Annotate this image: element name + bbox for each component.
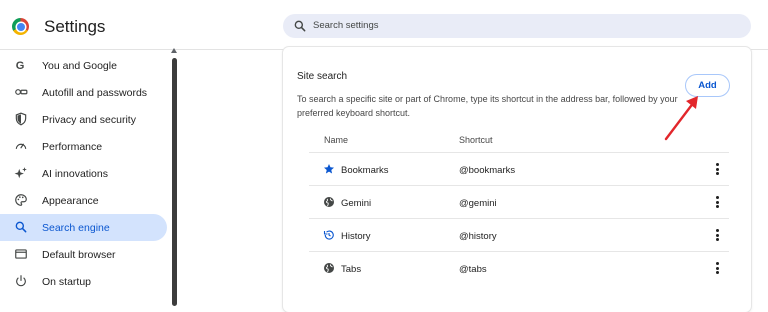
more-options-icon[interactable] bbox=[713, 228, 721, 244]
history-icon bbox=[323, 230, 334, 240]
row-shortcut: @gemini bbox=[459, 198, 497, 209]
sidebar-item-label: On startup bbox=[42, 276, 92, 288]
row-name: History bbox=[341, 231, 371, 242]
table-row[interactable]: Gemini @gemini bbox=[309, 185, 729, 218]
column-header-name: Name bbox=[324, 135, 349, 145]
page-title: Settings bbox=[44, 17, 106, 36]
palette-icon bbox=[15, 194, 27, 206]
sidebar-item-autofill[interactable]: Autofill and passwords bbox=[0, 79, 167, 106]
sidebar-item-default-browser[interactable]: Default browser bbox=[0, 241, 167, 268]
sidebar-item-privacy[interactable]: Privacy and security bbox=[0, 106, 167, 133]
star-icon bbox=[324, 164, 334, 174]
scroll-up-arrow-icon[interactable] bbox=[171, 48, 177, 53]
more-options-icon[interactable] bbox=[713, 162, 721, 178]
table-row[interactable]: Bookmarks @bookmarks bbox=[309, 152, 729, 185]
browser-window-icon bbox=[15, 249, 27, 259]
sidebar-item-search-engine[interactable]: Search engine bbox=[0, 214, 167, 241]
power-icon bbox=[16, 275, 26, 287]
sidebar-item-label: Appearance bbox=[42, 195, 99, 207]
chrome-logo-icon bbox=[12, 18, 29, 35]
row-name: Tabs bbox=[341, 264, 362, 275]
speedometer-icon bbox=[15, 143, 27, 150]
row-name: Bookmarks bbox=[341, 165, 389, 176]
sidebar-item-ai-innovations[interactable]: AI innovations bbox=[0, 160, 167, 187]
shield-icon bbox=[15, 112, 27, 126]
sidebar-item-you-and-google[interactable]: G You and Google bbox=[0, 52, 167, 79]
more-options-icon[interactable] bbox=[713, 261, 721, 277]
google-icon: G bbox=[16, 60, 25, 72]
sidebar-item-on-startup[interactable]: On startup bbox=[0, 268, 167, 295]
row-name: Gemini bbox=[341, 198, 372, 209]
sidebar-item-label: Default browser bbox=[42, 249, 116, 261]
sidebar-item-label: Autofill and passwords bbox=[42, 87, 148, 99]
table-row[interactable]: Tabs @tabs bbox=[309, 251, 729, 284]
row-shortcut: @history bbox=[459, 231, 497, 242]
sidebar-scrollbar[interactable] bbox=[172, 58, 177, 306]
globe-icon bbox=[324, 263, 334, 273]
svg-text:G: G bbox=[16, 60, 25, 72]
table-row[interactable]: History @history bbox=[309, 218, 729, 251]
annotation-arrow-icon bbox=[664, 96, 698, 141]
site-search-card: Site search To search a specific site or… bbox=[283, 47, 751, 312]
key-icon bbox=[15, 89, 28, 95]
search-settings-input[interactable]: Search settings bbox=[283, 14, 751, 38]
sidebar-item-label: You and Google bbox=[42, 60, 117, 72]
sidebar: G You and Google Autofill and passwords … bbox=[0, 50, 172, 306]
sidebar-item-label: Privacy and security bbox=[42, 114, 136, 126]
sparkle-icon bbox=[14, 167, 27, 179]
search-placeholder: Search settings bbox=[313, 20, 379, 31]
search-icon bbox=[294, 20, 306, 32]
more-options-icon[interactable] bbox=[713, 195, 721, 211]
section-title: Site search bbox=[297, 71, 348, 82]
search-icon bbox=[15, 221, 27, 233]
sidebar-item-label: Performance bbox=[42, 141, 103, 153]
column-header-shortcut: Shortcut bbox=[459, 135, 493, 145]
globe-icon bbox=[324, 197, 334, 207]
section-description: To search a specific site or part of Chr… bbox=[297, 94, 678, 118]
sidebar-item-performance[interactable]: Performance bbox=[0, 133, 167, 160]
row-shortcut: @tabs bbox=[459, 264, 487, 275]
sidebar-item-label: Search engine bbox=[42, 222, 110, 234]
row-shortcut: @bookmarks bbox=[459, 165, 516, 176]
top-bar: Settings Search settings bbox=[0, 0, 768, 50]
sidebar-item-label: AI innovations bbox=[42, 168, 108, 180]
sidebar-item-appearance[interactable]: Appearance bbox=[0, 187, 167, 214]
